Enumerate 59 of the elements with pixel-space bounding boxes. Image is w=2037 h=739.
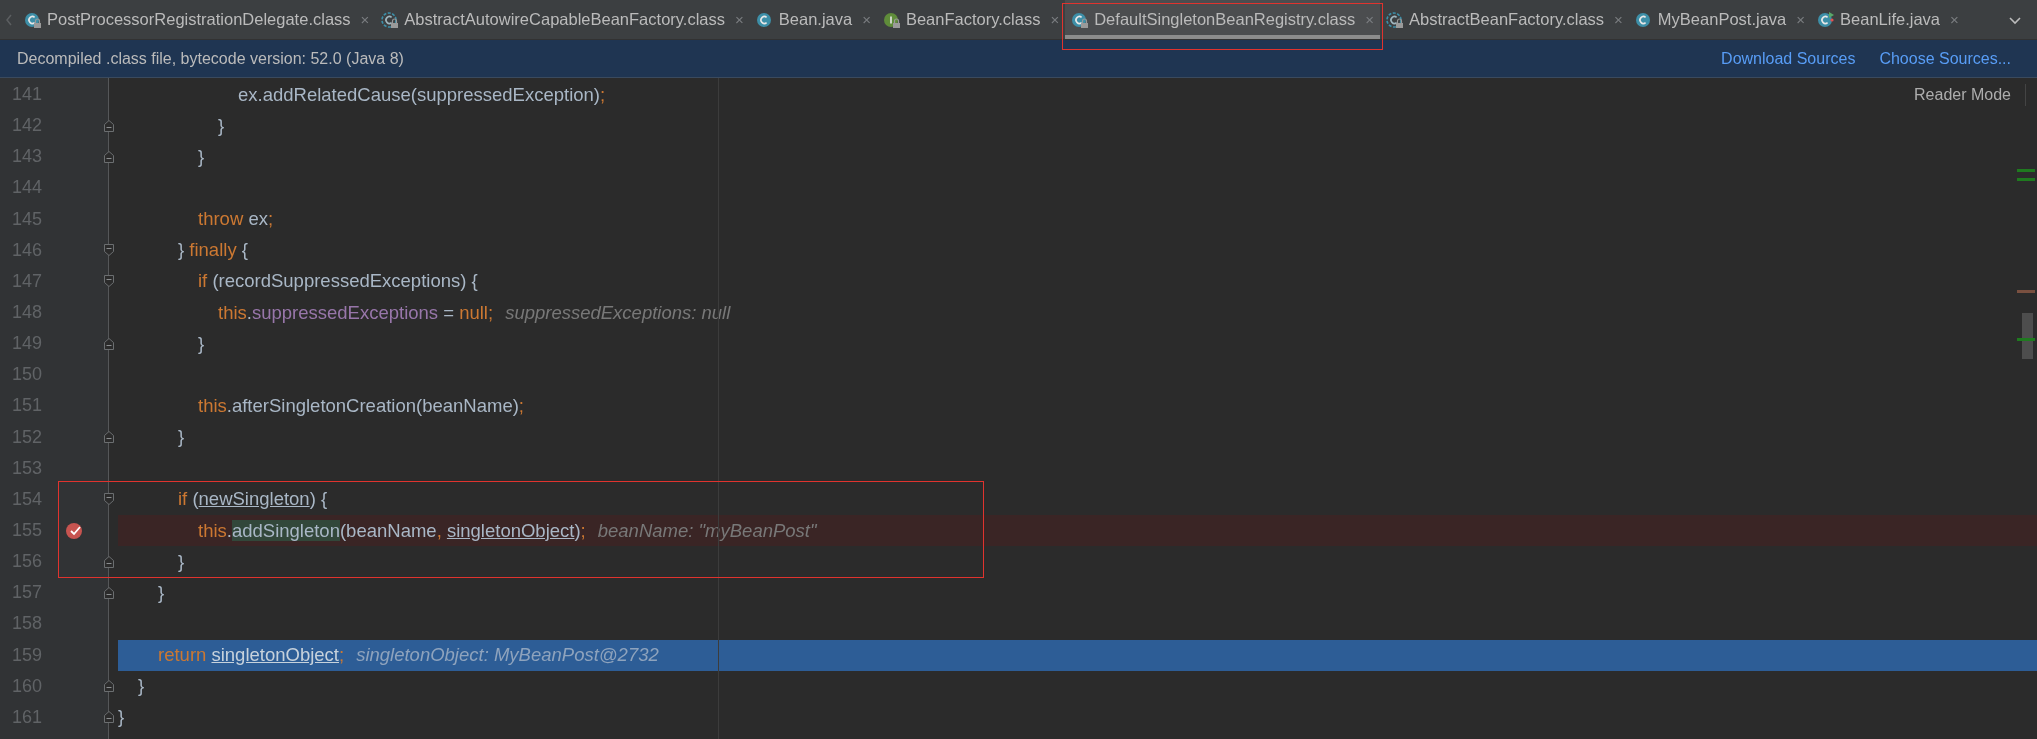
close-icon[interactable]: × (1950, 11, 1959, 28)
inline-value-hint: singletonObject: MyBeanPost@2732 (356, 644, 659, 667)
notice-link[interactable]: Choose Sources... (1879, 49, 2011, 68)
editor-tab[interactable]: BeanLife.java × (1811, 0, 1965, 39)
warning-marker (2017, 290, 2035, 293)
editor-tab[interactable]: PostProcessorRegistrationDelegate.class × (18, 0, 376, 39)
code-text: this.suppressedExceptions = null; (218, 301, 494, 324)
notice-message: Decompiled .class file, bytecode version: 52.0 (Java 8) (17, 49, 404, 68)
code-text: } (138, 675, 145, 698)
close-icon[interactable]: × (360, 11, 370, 28)
runnable-class-icon (1817, 10, 1836, 29)
fold-end-icon[interactable] (104, 711, 114, 724)
change-marker (2017, 169, 2035, 172)
editor-tab[interactable]: AbstractAutowireCapableBeanFactory.class × (375, 0, 750, 39)
code-text: } (198, 332, 205, 355)
code-text: this.afterSingletonCreation(beanName); (198, 394, 524, 417)
scrollbar-thumb[interactable] (2022, 313, 2033, 359)
fold-icon[interactable] (104, 244, 114, 257)
code-text: } (178, 550, 185, 573)
close-icon[interactable]: × (862, 11, 871, 28)
code-text: } (178, 426, 185, 449)
code-text: return singletonObject; (158, 644, 345, 667)
editor-tab[interactable]: DefaultSingletonBeanRegistry.class × (1065, 0, 1381, 39)
editor-tab[interactable]: AbstractBeanFactory.class × (1380, 0, 1629, 39)
class-icon (755, 10, 774, 29)
code-text: } (198, 145, 205, 168)
close-icon[interactable]: × (735, 11, 744, 28)
fold-icon[interactable] (104, 493, 114, 506)
fold-end-icon[interactable] (104, 150, 114, 163)
editor-tab[interactable]: MyBeanPost.java × (1628, 0, 1812, 39)
inline-value-hint: suppressedExceptions: null (505, 301, 731, 324)
code-text: this.addSingleton(beanName, singletonObject); (198, 519, 586, 542)
editor-tab[interactable]: Bean.java × (749, 0, 877, 39)
code-text: } (158, 581, 165, 604)
code-text: if (recordSuppressedExceptions) { (198, 270, 478, 293)
breakpoint-icon[interactable] (65, 521, 83, 540)
change-marker (2017, 338, 2035, 341)
close-icon[interactable]: × (1050, 11, 1060, 28)
fold-icon[interactable] (104, 275, 114, 288)
code-text: if (newSingleton) { (178, 488, 328, 511)
inline-value-hint: beanName: "myBeanPost" (597, 519, 817, 542)
class-icon (1634, 10, 1653, 29)
code-text: } finally { (178, 239, 248, 262)
fold-end-icon[interactable] (104, 586, 114, 599)
fold-end-icon[interactable] (104, 119, 114, 132)
code-text: ex.addRelatedCause(suppressedException); (238, 83, 606, 106)
code-text: throw ex; (198, 208, 274, 231)
fold-end-icon[interactable] (104, 680, 114, 693)
code-text: } (118, 706, 125, 729)
change-marker (2017, 178, 2035, 181)
code-text: } (218, 114, 225, 137)
fold-end-icon[interactable] (104, 431, 114, 444)
reader-mode-button[interactable]: Reader Mode (1914, 84, 2011, 106)
close-icon[interactable]: × (1796, 11, 1806, 28)
close-icon[interactable]: × (1614, 11, 1623, 28)
notice-link[interactable]: Download Sources (1721, 49, 1856, 68)
editor-tab[interactable]: BeanFactory.class × (876, 0, 1066, 39)
fold-end-icon[interactable] (104, 337, 114, 350)
fold-end-icon[interactable] (104, 555, 114, 568)
